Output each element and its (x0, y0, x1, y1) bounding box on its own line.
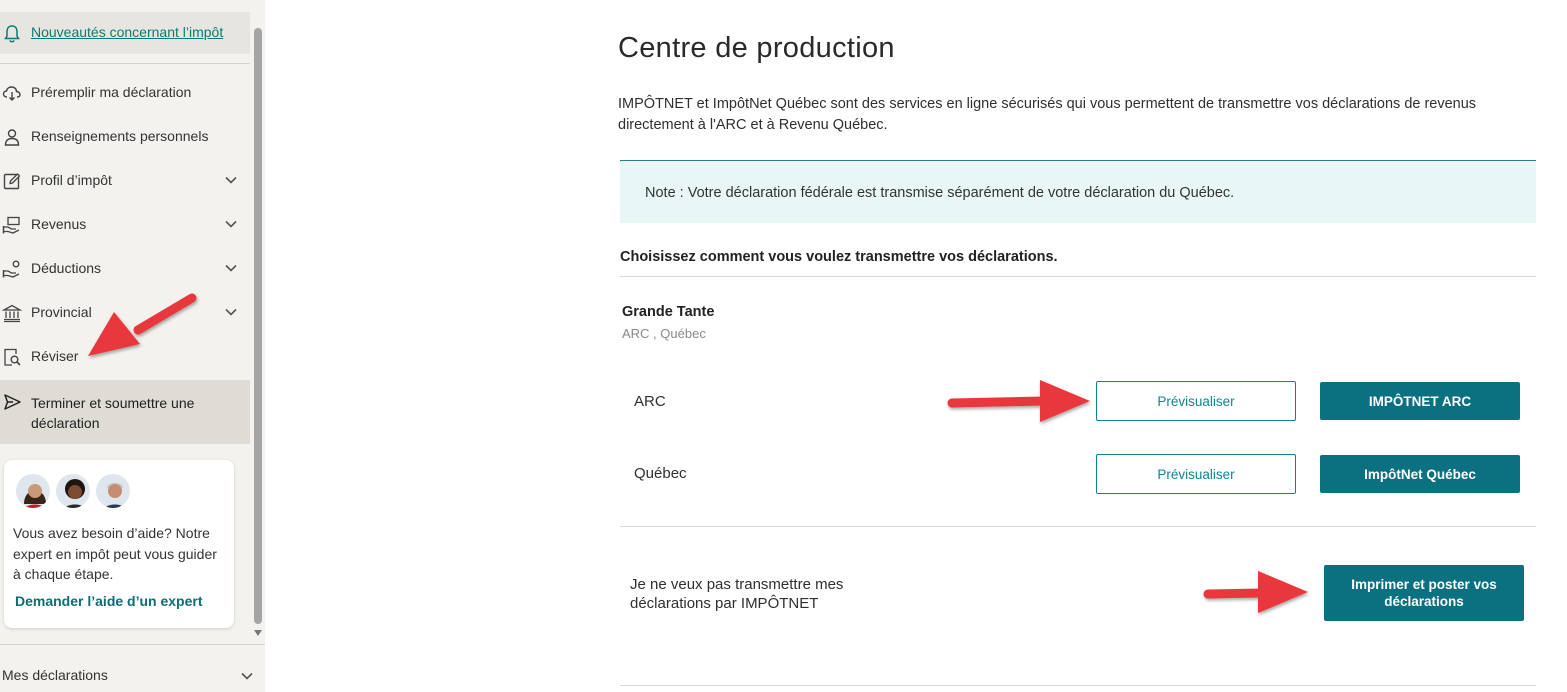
note-banner: Note : Votre déclaration fédérale est tr… (620, 160, 1536, 223)
sidebar-nav: Nouveautés concernant l’impôt Préremplir… (0, 0, 250, 692)
government-building-icon (2, 304, 22, 323)
help-card: Vous avez besoin d’aide? Notre expert en… (4, 460, 234, 628)
sidebar-item-prefill[interactable]: Préremplir ma déclaration (0, 71, 250, 115)
netfile-arc-button[interactable]: IMPÔTNET ARC (1320, 382, 1520, 420)
intro-text: IMPÔTNET et ImpôtNet Québec sont des ser… (618, 96, 1477, 133)
row-label-arc: ARC (634, 393, 666, 410)
chevron-down-icon (225, 176, 237, 184)
taxpayer-name: Grande Tante (622, 304, 715, 320)
chevron-down-icon (225, 220, 237, 228)
sidebar-item-income[interactable]: Revenus (0, 203, 250, 247)
sidebar-item-finish-submit[interactable]: Terminer et soumettre une déclaration (0, 380, 250, 444)
divider (620, 685, 1536, 686)
sidebar-item-label: Profil d’impôt (31, 172, 112, 188)
sidebar-item-label: Déductions (31, 260, 102, 276)
bell-icon (4, 25, 20, 43)
sidebar-item-review[interactable]: Réviser (0, 335, 250, 379)
chevron-down-icon (225, 264, 237, 272)
sidebar: Nouveautés concernant l’impôt Préremplir… (0, 0, 265, 692)
sidebar-item-label: Mes déclarations (2, 667, 108, 683)
row-label-quebec: Québec (634, 465, 687, 482)
help-text: Vous avez besoin d’aide? Notre expert en… (13, 525, 217, 582)
preview-arc-button[interactable]: Prévisualiser (1096, 381, 1296, 421)
divider (620, 276, 1536, 277)
sidebar-item-label: Réviser (31, 348, 79, 364)
sidebar-item-label: Préremplir ma déclaration (31, 84, 192, 100)
person-icon (4, 129, 20, 146)
avatar (94, 472, 132, 510)
sidebar-scrollbar[interactable] (251, 0, 265, 640)
sidebar-item-provincial[interactable]: Provincial (0, 291, 250, 335)
main-content: Centre de production IMPÔTNET et ImpôtNe… (618, 0, 1536, 692)
chevron-down-icon (241, 672, 253, 680)
ask-expert-link[interactable]: Demander l’aide d’un expert (15, 593, 203, 609)
page-title: Centre de production (618, 32, 895, 64)
sidebar-item-my-returns[interactable]: Mes déclarations (0, 644, 265, 692)
sidebar-item-label: Revenus (31, 216, 87, 232)
avatar (54, 472, 92, 510)
scrollbar-thumb[interactable] (254, 28, 262, 624)
no-netfile-text: Je ne veux pas transmettre mes déclarati… (630, 576, 844, 612)
expert-photo-icon (96, 474, 130, 508)
scroll-down-arrow-icon[interactable] (254, 630, 262, 636)
send-icon (4, 394, 21, 410)
note-text: Note : Votre déclaration fédérale est tr… (645, 185, 1235, 201)
preview-quebec-button[interactable]: Prévisualiser (1096, 454, 1296, 494)
divider (0, 63, 250, 64)
chevron-down-icon (225, 308, 237, 316)
expert-photo-icon (16, 474, 50, 508)
news-banner[interactable]: Nouveautés concernant l’impôt (0, 12, 250, 54)
choose-heading: Choisissez comment vous voulez transmett… (620, 249, 1058, 265)
sidebar-item-label: Renseignements personnels (31, 128, 209, 144)
income-hand-icon (2, 216, 20, 234)
edit-icon (3, 173, 21, 190)
sidebar-item-label: Terminer et soumettre une déclaration (31, 395, 195, 431)
netfile-quebec-button[interactable]: ImpôtNet Québec (1320, 455, 1520, 493)
sidebar-item-label: Provincial (31, 304, 92, 320)
divider (620, 526, 1536, 527)
cloud-download-icon (2, 86, 21, 101)
expert-photo-icon (56, 474, 90, 508)
review-search-icon (4, 348, 21, 366)
sidebar-item-tax-profile[interactable]: Profil d’impôt (0, 159, 250, 203)
taxpayer-jurisdictions: ARC , Québec (622, 326, 706, 341)
print-mail-button[interactable]: Imprimer et poster vos déclarations (1324, 565, 1524, 621)
sidebar-item-personal-info[interactable]: Renseignements personnels (0, 115, 250, 159)
deduction-hand-icon (2, 260, 20, 278)
news-link[interactable]: Nouveautés concernant l’impôt (31, 24, 223, 40)
avatar (14, 472, 52, 510)
sidebar-item-deductions[interactable]: Déductions (0, 247, 250, 291)
